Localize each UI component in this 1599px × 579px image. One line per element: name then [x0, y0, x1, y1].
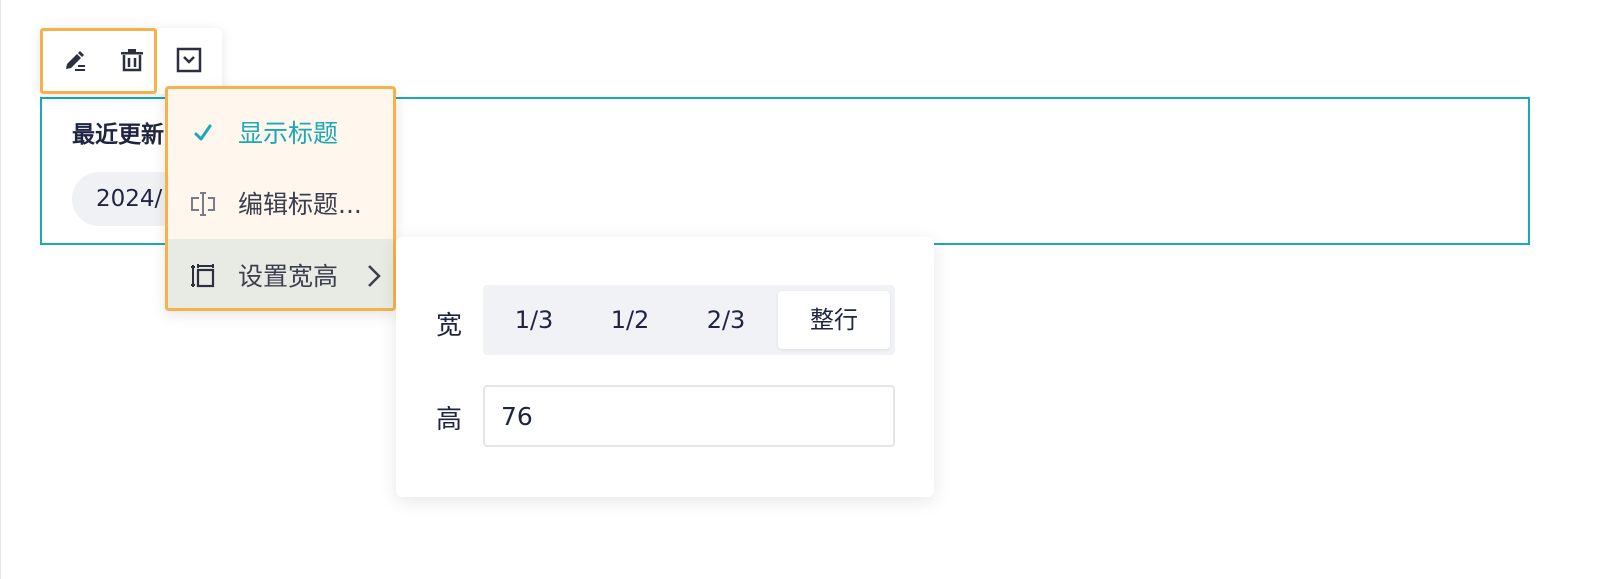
chevron-right-icon	[368, 265, 381, 287]
width-label: 宽	[436, 311, 463, 341]
width-option-2-3[interactable]: 2/3	[681, 291, 771, 349]
height-label: 高	[436, 405, 463, 435]
page: 最近更新 2024/ 显示标题 编辑标题... 设置宽高 宽 1/3 1/2 2…	[0, 0, 1599, 579]
size-submenu: 宽 1/3 1/2 2/3 整行 高	[396, 237, 934, 497]
width-option-1-2[interactable]: 1/2	[585, 291, 675, 349]
widget-title: 最近更新	[72, 122, 164, 148]
menu-item-label: 显示标题	[238, 119, 339, 148]
width-segmented-control: 1/3 1/2 2/3 整行	[483, 285, 895, 355]
left-divider	[0, 0, 1, 579]
trash-icon	[121, 49, 143, 72]
widget-toolbar	[40, 28, 222, 94]
resize-icon	[188, 261, 218, 291]
menu-item-label: 设置宽高	[238, 262, 339, 291]
edit-button[interactable]	[60, 45, 90, 75]
more-dropdown-button[interactable]	[174, 45, 204, 75]
height-input[interactable]	[483, 385, 895, 447]
menu-item-edit-title[interactable]: 编辑标题...	[168, 167, 393, 239]
menu-item-label: 编辑标题...	[238, 190, 362, 219]
width-option-full-row[interactable]: 整行	[778, 291, 890, 349]
dropdown-box-icon	[176, 47, 202, 73]
menu-item-set-size[interactable]: 设置宽高	[168, 239, 393, 308]
check-icon	[188, 118, 218, 148]
widget-menu: 显示标题 编辑标题... 设置宽高	[165, 86, 396, 311]
text-cursor-icon	[188, 189, 218, 219]
delete-button[interactable]	[117, 45, 147, 75]
menu-item-show-title[interactable]: 显示标题	[168, 96, 393, 168]
width-option-1-3[interactable]: 1/3	[489, 291, 579, 349]
edit-icon	[66, 51, 85, 71]
